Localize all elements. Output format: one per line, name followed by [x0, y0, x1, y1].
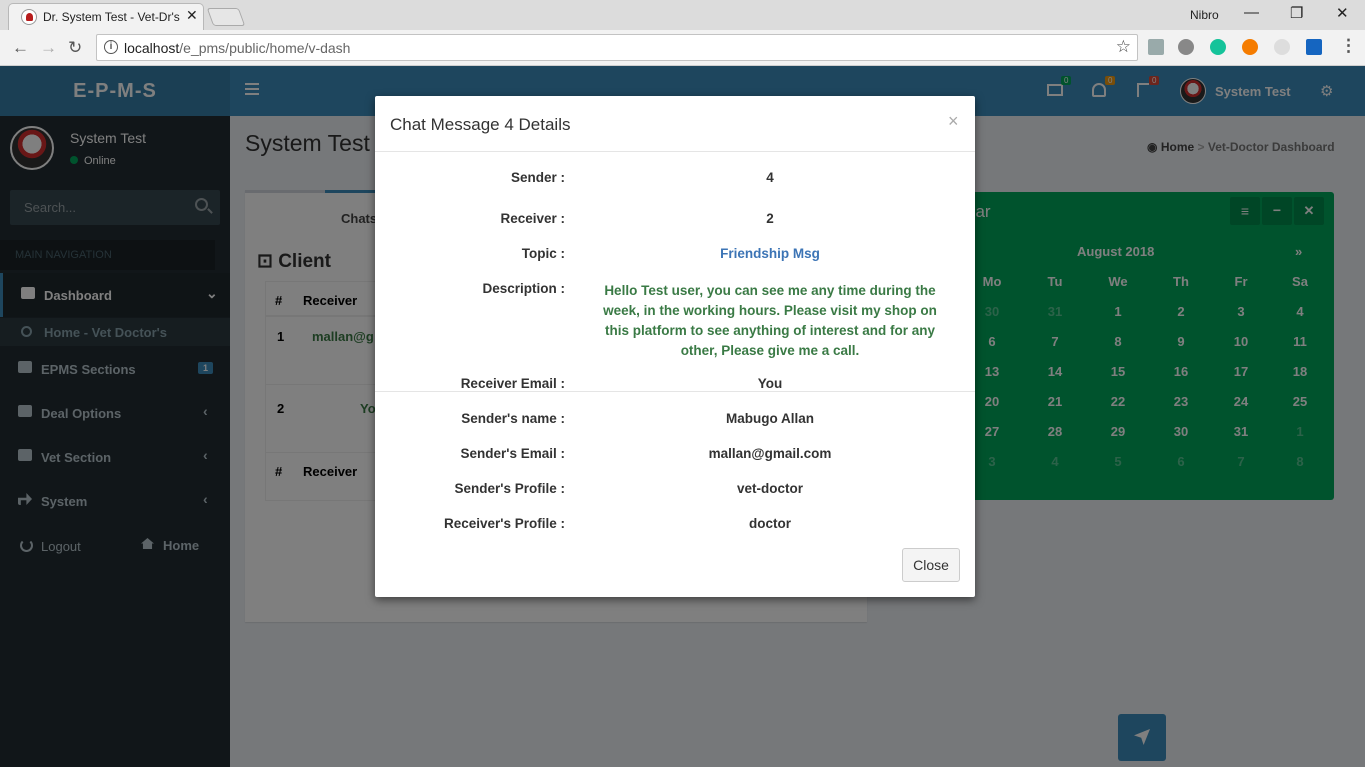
modal-title: Chat Message 4 Details [390, 115, 571, 134]
modal-divider [375, 391, 975, 392]
extension-orange-icon[interactable] [1242, 39, 1258, 55]
bookmark-star-icon[interactable]: ☆ [1116, 37, 1131, 57]
topic-value[interactable]: Friendship Msg [585, 246, 955, 261]
extension-grey-icon[interactable] [1274, 39, 1290, 55]
tab-title: Dr. System Test - Vet-Dr's [43, 10, 180, 24]
tab-strip: Dr. System Test - Vet-Dr's ✕ Nibro — ❐ ✕ [0, 0, 1365, 30]
modal-header-divider [375, 151, 975, 152]
back-icon[interactable]: ← [12, 38, 29, 58]
forward-icon[interactable]: → [40, 38, 57, 58]
modal-close-icon[interactable]: × [948, 111, 959, 132]
receiver-profile-label: Receiver's Profile : [443, 516, 565, 531]
topic-label: Topic : [521, 246, 565, 261]
browser-tab[interactable]: Dr. System Test - Vet-Dr's ✕ [8, 3, 204, 30]
description-value: Hello Test user, you can see me any time… [603, 283, 937, 358]
receiver-label: Receiver : [500, 211, 565, 226]
sender-name-label: Sender's name : [461, 411, 565, 426]
address-bar-row: ← → ↻ i localhost/e_pms/public/home/v-da… [0, 30, 1365, 66]
maximize-icon[interactable]: ❐ [1290, 4, 1303, 22]
receiver-value: 2 [766, 211, 774, 226]
sender-label: Sender : [510, 170, 565, 185]
sender-profile-label: Sender's Profile : [454, 481, 566, 496]
tab-close-icon[interactable]: ✕ [186, 7, 198, 24]
grammarly-extension-icon[interactable] [1210, 39, 1226, 55]
receiver-email-value: You [757, 376, 783, 391]
reload-icon[interactable]: ↻ [68, 38, 82, 58]
browser-chrome: Dr. System Test - Vet-Dr's ✕ Nibro — ❐ ✕… [0, 0, 1365, 66]
extension-blue-icon[interactable] [1306, 39, 1322, 55]
dropbox-extension-icon[interactable] [1148, 39, 1164, 55]
extension-icon[interactable] [1178, 39, 1194, 55]
new-tab-button[interactable] [206, 8, 246, 26]
url-input[interactable]: i localhost/e_pms/public/home/v-dash ☆ [96, 34, 1138, 61]
sender-name-value: Mabugo Allan [726, 411, 814, 426]
sender-email-value: mallan@gmail.com [708, 446, 832, 461]
chat-details-modal: Chat Message 4 Details × Sender : 4 Receiv… [375, 96, 975, 597]
sender-profile-value: vet-doctor [736, 481, 803, 496]
window-user-label: Nibro [1190, 8, 1219, 22]
receiver-email-label: Receiver Email : [460, 376, 565, 391]
rooster-favicon-icon [21, 9, 37, 25]
description-label: Description : [482, 281, 565, 296]
sender-value: 4 [766, 170, 774, 185]
minimize-icon[interactable]: — [1244, 4, 1259, 21]
info-icon[interactable]: i [104, 40, 118, 54]
browser-menu-icon[interactable]: ⋮ [1340, 36, 1357, 56]
close-button[interactable]: Close [902, 548, 960, 582]
receiver-profile-value: doctor [749, 516, 791, 531]
url-text: localhost/e_pms/public/home/v-dash [124, 40, 351, 56]
window-close-icon[interactable]: ✕ [1336, 4, 1349, 22]
sender-email-label: Sender's Email : [460, 446, 566, 461]
